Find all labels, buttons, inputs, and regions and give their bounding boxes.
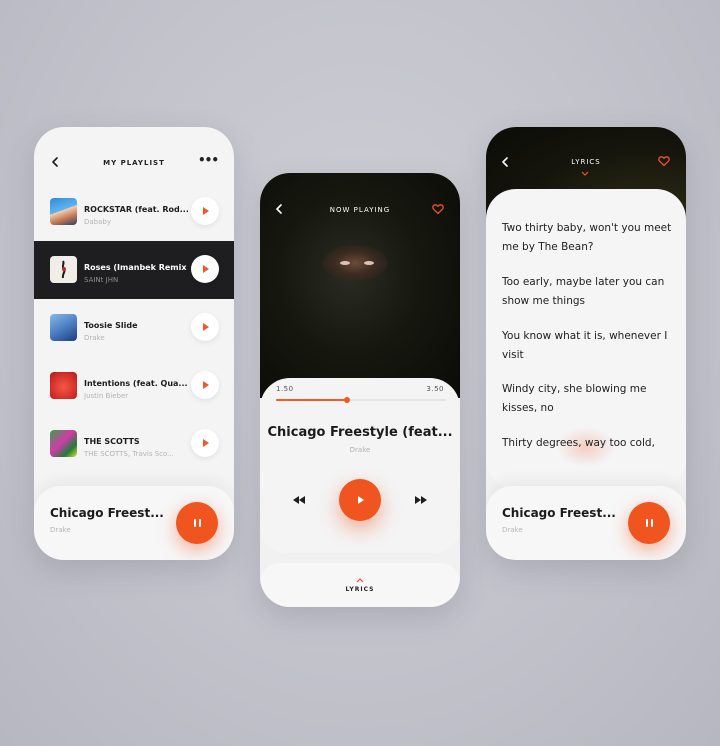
now-playing-screen: NOW PLAYING 1.50 3.50 Chicago Freestyle …: [260, 173, 460, 607]
lyric-line: Windy city, she blowing me kisses, no: [502, 383, 647, 414]
progress-fill: [276, 399, 348, 401]
lyrics-title: LYRICS: [571, 158, 601, 166]
pause-button[interactable]: [176, 502, 218, 544]
track-row-active[interactable]: Roses (Imanbek Remix SAINt JHN: [34, 241, 234, 299]
track-title: ROCKSTAR (feat. Rod...: [84, 205, 188, 214]
progress-bar[interactable]: [276, 397, 446, 403]
play-button[interactable]: [339, 479, 381, 521]
pause-icon: [193, 519, 196, 527]
heart-icon[interactable]: [658, 155, 670, 167]
player-controls-card: [260, 378, 460, 553]
album-art: [50, 430, 77, 457]
now-playing-title: NOW PLAYING: [329, 206, 391, 214]
elapsed-time: 1.50: [276, 385, 294, 393]
play-icon: [203, 265, 209, 273]
playlist-header: MY PLAYLIST •••: [34, 127, 234, 191]
more-dots-icon[interactable]: •••: [198, 154, 219, 166]
heart-icon[interactable]: [432, 203, 444, 215]
rewind-icon[interactable]: [293, 495, 307, 505]
song-artist: Drake: [349, 446, 371, 454]
album-art: [50, 314, 77, 341]
track-artist: Drake: [84, 334, 105, 342]
pause-icon: [645, 519, 648, 527]
song-title: Chicago Freestyle (feat...: [267, 425, 453, 440]
track-artist: THE SCOTTS, Travis Sco...: [84, 450, 174, 458]
track-artist: SAINt JHN: [84, 276, 119, 284]
album-art: [50, 372, 77, 399]
mini-player-artist: Drake: [502, 526, 523, 534]
album-art: [50, 256, 77, 283]
lyrics-screen: LYRICS Two thirty baby, won't you meet m…: [486, 127, 686, 560]
play-icon: [203, 207, 209, 215]
playlist-screen: MY PLAYLIST ••• ROCKSTAR (feat. Rod... D…: [34, 127, 234, 560]
lyric-line: Two thirty baby, won't you meet me by Th…: [502, 222, 672, 253]
play-icon: [358, 496, 364, 504]
play-button[interactable]: [191, 371, 219, 399]
track-row[interactable]: THE SCOTTS THE SCOTTS, Travis Sco...: [34, 415, 234, 473]
play-icon: [203, 439, 209, 447]
lyric-line: You know what it is, whenever I visit: [502, 330, 668, 361]
track-title: Intentions (feat. Qua...: [84, 379, 188, 388]
fast-forward-icon[interactable]: [415, 495, 429, 505]
play-icon: [203, 323, 209, 331]
track-row[interactable]: Intentions (feat. Qua... Justin Bieber: [34, 357, 234, 415]
mini-player[interactable]: Chicago Freest... Drake: [486, 486, 686, 560]
play-button[interactable]: [191, 429, 219, 457]
play-icon: [203, 381, 209, 389]
track-title: Roses (Imanbek Remix: [84, 263, 187, 272]
track-row[interactable]: ROCKSTAR (feat. Rod... Dababy: [34, 183, 234, 241]
chevron-up-icon: [356, 577, 364, 583]
lyrics-tab[interactable]: [260, 563, 460, 607]
pause-button[interactable]: [628, 502, 670, 544]
chevron-down-icon[interactable]: [581, 171, 589, 177]
track-row[interactable]: Toosie Slide Drake: [34, 299, 234, 357]
mini-player-title: Chicago Freest...: [50, 506, 164, 520]
lyric-line: Too early, maybe later you can show me t…: [502, 276, 665, 307]
album-art: [50, 198, 77, 225]
lyrics-tab-label[interactable]: LYRICS: [260, 586, 460, 593]
mini-player-artist: Drake: [50, 526, 71, 534]
play-button[interactable]: [191, 197, 219, 225]
track-title: Toosie Slide: [84, 321, 138, 330]
track-artist: Dababy: [84, 218, 111, 226]
total-duration: 3.50: [426, 385, 444, 393]
play-button[interactable]: [191, 313, 219, 341]
mini-player[interactable]: Chicago Freest... Drake: [34, 486, 234, 560]
lyric-line: Thirty degrees, way too cold,: [502, 437, 655, 449]
track-title: THE SCOTTS: [84, 437, 140, 446]
play-button[interactable]: [191, 255, 219, 283]
mini-player-title: Chicago Freest...: [502, 506, 616, 520]
track-artist: Justin Bieber: [84, 392, 129, 400]
